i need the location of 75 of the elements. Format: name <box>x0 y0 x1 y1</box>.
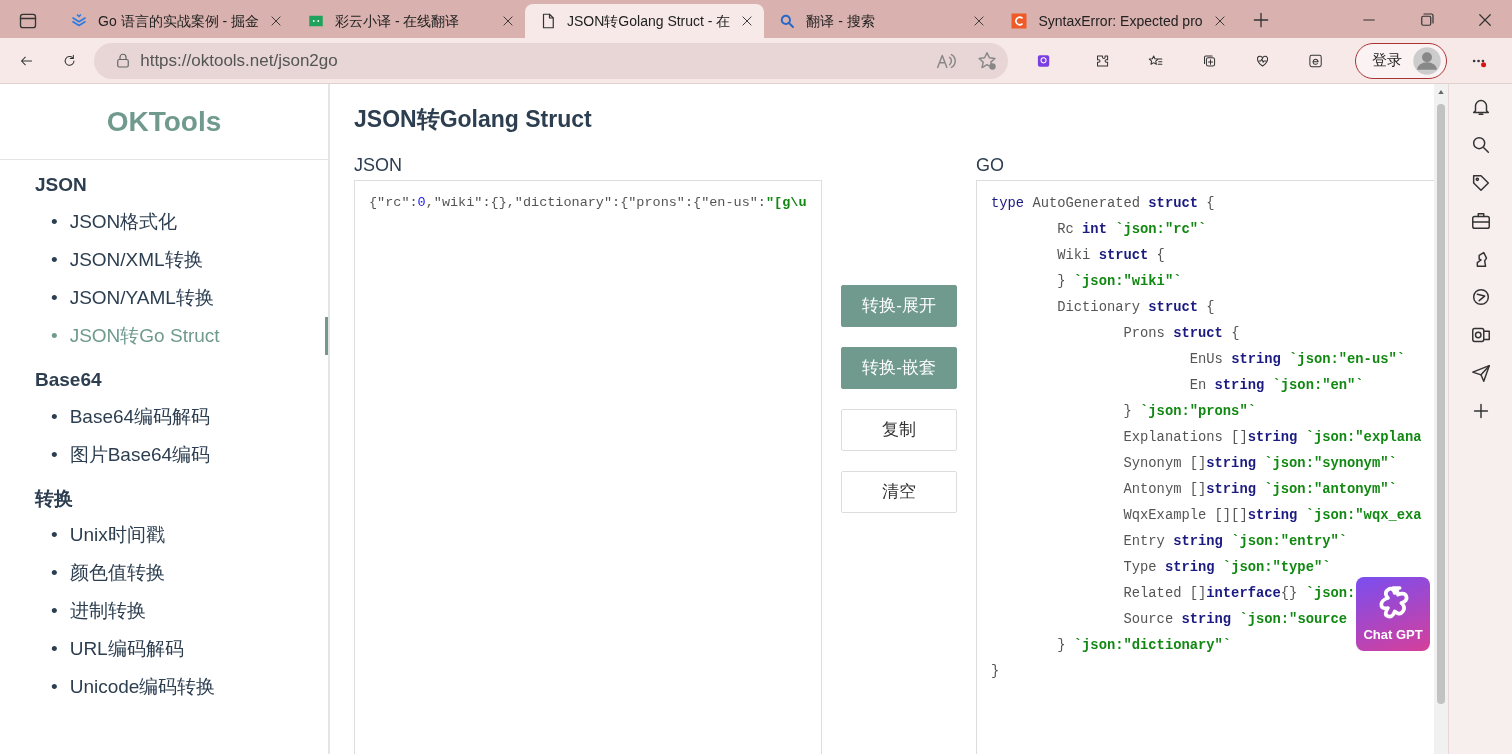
nav-link[interactable]: Unicode编码转换 <box>69 674 216 701</box>
bullet: • <box>51 209 58 234</box>
active-indicator <box>325 317 328 355</box>
close-icon[interactable] <box>1212 14 1227 28</box>
browser-tab[interactable]: Go 语言的实战案例 - 掘金 <box>56 4 293 38</box>
bullet: • <box>51 523 58 548</box>
briefcase-icon[interactable] <box>1469 210 1492 232</box>
close-icon[interactable] <box>972 14 987 28</box>
code-line: Type string `json:"type"` <box>1122 558 1331 577</box>
star-add-icon[interactable] <box>976 49 999 72</box>
scroll-thumb[interactable] <box>1437 104 1445 704</box>
code-line: WqxExample [][]string `json:"wqx_exa <box>1122 506 1422 525</box>
scrollbar[interactable] <box>1434 84 1448 754</box>
browser-tab[interactable]: JSON转Golang Struct - 在 <box>525 4 765 38</box>
chat-widget-button[interactable]: Chat GPT <box>1356 577 1430 651</box>
code-line: } `json:"prons"` <box>1122 402 1256 421</box>
bullet: • <box>51 637 58 662</box>
code-line: EnUs string `json:"en-us"` <box>1188 350 1405 369</box>
code-line: Source string `json:"source <box>1122 610 1348 629</box>
send-icon[interactable] <box>1469 362 1492 384</box>
bullet: • <box>51 599 58 624</box>
close-icon[interactable] <box>501 14 515 28</box>
nav-link[interactable]: JSON/XML转换 <box>69 246 203 273</box>
close-icon[interactable] <box>269 14 283 28</box>
code-line: } `json:"wiki"` <box>1056 272 1182 291</box>
nav-heading: Base64 <box>35 367 103 392</box>
code-line: Entry string `json:"entry"` <box>1122 532 1348 551</box>
avatar-icon <box>1411 45 1442 76</box>
nav-link[interactable]: Unix时间戳 <box>69 522 165 549</box>
panel-icon[interactable] <box>18 11 38 31</box>
nav-link[interactable]: JSON格式化 <box>69 208 178 235</box>
address-bar[interactable]: https://oktools.net/json2go <box>94 42 1009 79</box>
code-line: Rc int `json:"rc"` <box>1056 220 1207 239</box>
code-line: Explanations []string `json:"explana <box>1122 428 1422 447</box>
code-line: Wiki struct { <box>1056 246 1165 265</box>
close-icon[interactable] <box>740 14 755 28</box>
bullet: • <box>51 323 58 348</box>
code-line: } `json:"dictionary"` <box>1056 636 1232 655</box>
field-label: JSON <box>354 153 403 176</box>
restore-icon[interactable] <box>1418 11 1436 29</box>
scroll-up-icon[interactable] <box>1437 88 1445 96</box>
nav-link[interactable]: JSON/YAML转换 <box>69 284 214 311</box>
json-input[interactable]: {"rc":0,"wiki":{},"dictionary":{"prons":{"en-us":"[g\u <box>354 179 822 754</box>
action-button[interactable]: 复制 <box>841 408 957 451</box>
close-icon[interactable] <box>1476 11 1494 29</box>
c-letter-icon <box>1010 12 1029 30</box>
bullet: • <box>51 285 58 310</box>
field-label: GO <box>976 153 1005 176</box>
code-line: En string `json:"en"` <box>1188 376 1364 395</box>
search-icon <box>778 12 797 30</box>
bullet: • <box>51 247 58 272</box>
login-button[interactable]: 登录 <box>1354 42 1447 79</box>
code-line: Prons struct { <box>1122 324 1240 343</box>
code-line: Synonym []string `json:"synonym"` <box>1122 454 1397 473</box>
nav-heading: JSON <box>35 173 88 197</box>
code-line: Dictionary struct { <box>1056 298 1215 317</box>
code-line: } <box>991 662 1000 681</box>
nav-link[interactable]: 颜色值转换 <box>69 560 165 587</box>
bullet: • <box>51 442 58 467</box>
browser-tab[interactable]: 彩云小译 - 在线翻译 <box>293 4 525 38</box>
nav-heading: 转换 <box>35 486 74 511</box>
code-line: Antonym []string `json:"antonym"` <box>1122 480 1397 499</box>
nav-link[interactable]: Base64编码解码 <box>69 403 211 430</box>
bullet: • <box>51 404 58 429</box>
nav-link[interactable]: URL编码解码 <box>69 636 184 663</box>
action-button[interactable]: 清空 <box>841 470 957 513</box>
code-line: Related []interface{} `json: <box>1122 584 1356 603</box>
bullet: • <box>51 561 58 586</box>
nav-link[interactable]: 进制转换 <box>69 598 146 625</box>
page-title: JSON转Golang Struct <box>354 106 593 134</box>
browser-tab[interactable]: 翻译 - 搜索 <box>764 4 997 38</box>
bullet: • <box>51 675 58 700</box>
nav-link[interactable]: 图片Base64编码 <box>69 441 211 468</box>
browser-tab[interactable]: SyntaxError: Expected pro <box>996 4 1237 38</box>
code-line: type AutoGenerated struct { <box>991 194 1215 213</box>
